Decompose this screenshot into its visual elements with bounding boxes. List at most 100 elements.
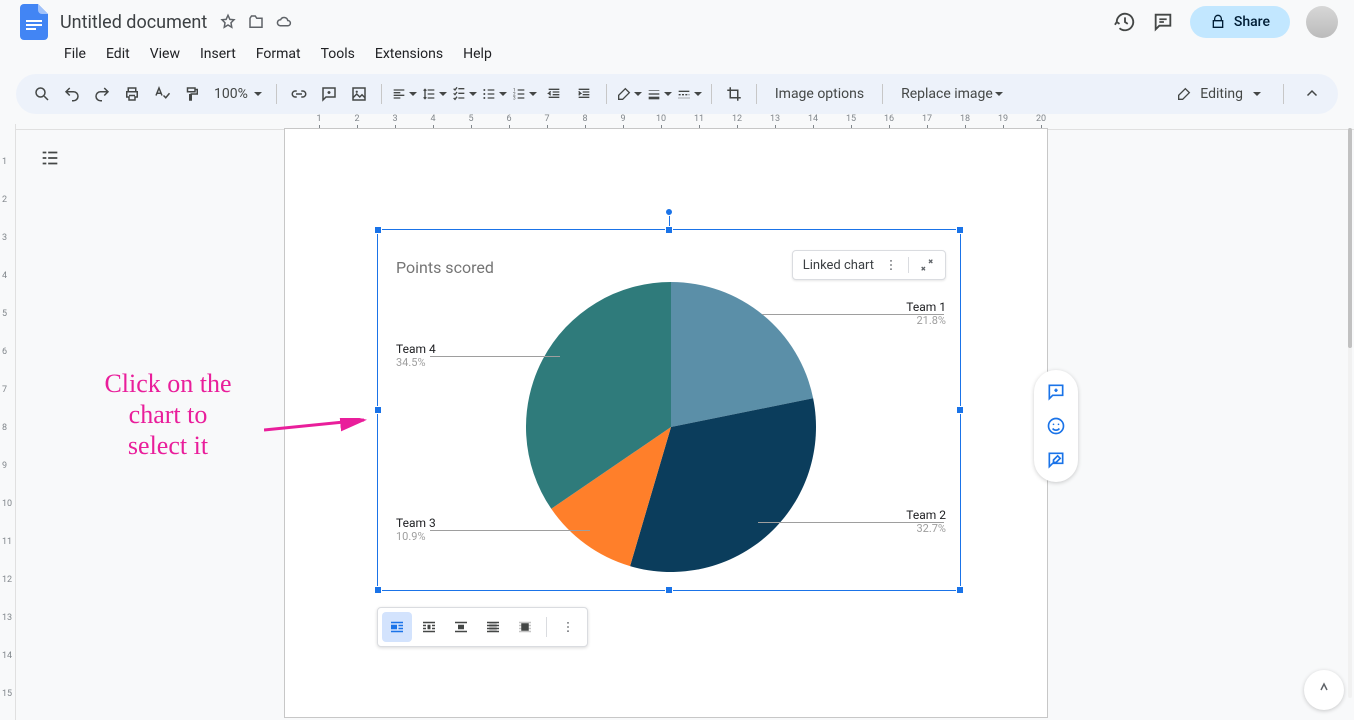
line-spacing-icon[interactable]: [420, 80, 448, 108]
editing-mode-button[interactable]: Editing: [1168, 86, 1269, 102]
zoom-value: 100%: [214, 86, 248, 102]
pencil-icon: [1176, 86, 1192, 102]
lock-icon: [1210, 14, 1226, 30]
wrap-text-icon[interactable]: [414, 612, 444, 642]
more-options-icon[interactable]: [884, 258, 898, 272]
document-page[interactable]: Points scored Team 1 21.8% Team 2 32.7% …: [284, 128, 1048, 718]
resize-handle-bm[interactable]: [665, 586, 673, 594]
slice-label-team4: Team 4 34.5%: [396, 342, 436, 369]
link-icon[interactable]: [285, 80, 313, 108]
scrollbar-thumb[interactable]: [1348, 128, 1352, 348]
wrap-front-icon[interactable]: [510, 612, 540, 642]
svg-text:3: 3: [513, 95, 516, 101]
resize-handle-ml[interactable]: [374, 406, 382, 414]
account-avatar[interactable]: [1306, 6, 1338, 38]
undo-icon[interactable]: [58, 80, 86, 108]
indent-decrease-icon[interactable]: [540, 80, 568, 108]
slice-label-team1: Team 1 21.8%: [906, 300, 946, 327]
menu-view[interactable]: View: [142, 42, 188, 66]
collapse-toolbar-icon[interactable]: [1298, 80, 1326, 108]
emoji-icon[interactable]: [1040, 410, 1072, 442]
menu-file[interactable]: File: [56, 42, 94, 66]
menu-format[interactable]: Format: [248, 42, 309, 66]
resize-handle-bl[interactable]: [374, 586, 382, 594]
wrap-more-icon[interactable]: [553, 612, 583, 642]
resize-handle-tl[interactable]: [374, 226, 382, 234]
linked-chart-chip: Linked chart: [792, 250, 946, 280]
paint-format-icon[interactable]: [178, 80, 206, 108]
editing-mode-label: Editing: [1200, 86, 1243, 102]
zoom-select[interactable]: 100%: [208, 86, 268, 102]
resize-handle-tr[interactable]: [956, 226, 964, 234]
annotation-arrow: [264, 418, 374, 448]
cloud-status-icon[interactable]: [275, 13, 293, 31]
image-icon[interactable]: [345, 80, 373, 108]
vertical-ruler[interactable]: 123456789101112131415: [0, 124, 16, 720]
document-title[interactable]: Untitled document: [60, 12, 207, 33]
divider: [711, 84, 712, 104]
suggest-edit-icon[interactable]: [1040, 444, 1072, 476]
leader-line: [430, 356, 560, 357]
border-weight-icon[interactable]: [645, 80, 673, 108]
unlink-icon[interactable]: [919, 257, 935, 273]
slice-label-team3: Team 3 10.9%: [396, 516, 436, 543]
search-icon[interactable]: [28, 80, 56, 108]
slice-label-team2: Team 2 32.7%: [906, 508, 946, 535]
spellcheck-icon[interactable]: [148, 80, 176, 108]
menu-insert[interactable]: Insert: [192, 42, 244, 66]
replace-image-button[interactable]: Replace image: [891, 86, 1013, 102]
leader-line: [430, 530, 590, 531]
numbered-list-icon[interactable]: 123: [510, 80, 538, 108]
add-comment-icon[interactable]: [1040, 376, 1072, 408]
print-icon[interactable]: [118, 80, 146, 108]
chart-title: Points scored: [396, 258, 494, 277]
border-color-icon[interactable]: [615, 80, 643, 108]
border-dash-icon[interactable]: [675, 80, 703, 108]
add-comment-icon[interactable]: [315, 80, 343, 108]
redo-icon[interactable]: [88, 80, 116, 108]
rotate-handle[interactable]: [665, 208, 673, 216]
align-icon[interactable]: [390, 80, 418, 108]
divider: [546, 617, 547, 637]
divider: [1283, 84, 1284, 104]
menu-help[interactable]: Help: [455, 42, 500, 66]
menu-bar: File Edit View Insert Format Tools Exten…: [0, 36, 1354, 74]
menu-extensions[interactable]: Extensions: [367, 42, 451, 66]
share-label: Share: [1234, 14, 1270, 30]
divider: [606, 84, 607, 104]
wrap-break-icon[interactable]: [446, 612, 476, 642]
comments-icon[interactable]: [1152, 11, 1174, 33]
checklist-icon[interactable]: [450, 80, 478, 108]
divider: [908, 257, 909, 273]
move-icon[interactable]: [247, 13, 265, 31]
docs-logo[interactable]: [16, 4, 52, 40]
image-options-button[interactable]: Image options: [765, 86, 874, 102]
history-icon[interactable]: [1114, 11, 1136, 33]
toolbar: 100% 123 Image options Replace image Edi…: [16, 74, 1338, 114]
resize-handle-tm[interactable]: [665, 226, 673, 234]
divider: [756, 84, 757, 104]
wrap-behind-icon[interactable]: [478, 612, 508, 642]
title-bar: Untitled document Share: [0, 0, 1354, 36]
divider: [381, 84, 382, 104]
crop-icon[interactable]: [720, 80, 748, 108]
comment-actions: [1034, 370, 1078, 482]
share-button[interactable]: Share: [1190, 6, 1290, 38]
linked-chart[interactable]: Points scored Team 1 21.8% Team 2 32.7% …: [377, 229, 961, 591]
resize-handle-br[interactable]: [956, 586, 964, 594]
menu-tools[interactable]: Tools: [313, 42, 363, 66]
linked-chart-label: Linked chart: [803, 258, 874, 273]
menu-edit[interactable]: Edit: [98, 42, 138, 66]
resize-handle-mr[interactable]: [956, 406, 964, 414]
annotation-text: Click on the chart to select it: [58, 368, 278, 462]
pie-chart: [526, 282, 816, 572]
indent-increase-icon[interactable]: [570, 80, 598, 108]
vertical-scrollbar[interactable]: [1348, 128, 1352, 698]
divider: [882, 84, 883, 104]
bullet-list-icon[interactable]: [480, 80, 508, 108]
divider: [276, 84, 277, 104]
show-outline-icon[interactable]: [32, 140, 68, 176]
explore-button[interactable]: [1304, 670, 1344, 710]
star-icon[interactable]: [219, 13, 237, 31]
wrap-inline-icon[interactable]: [382, 612, 412, 642]
